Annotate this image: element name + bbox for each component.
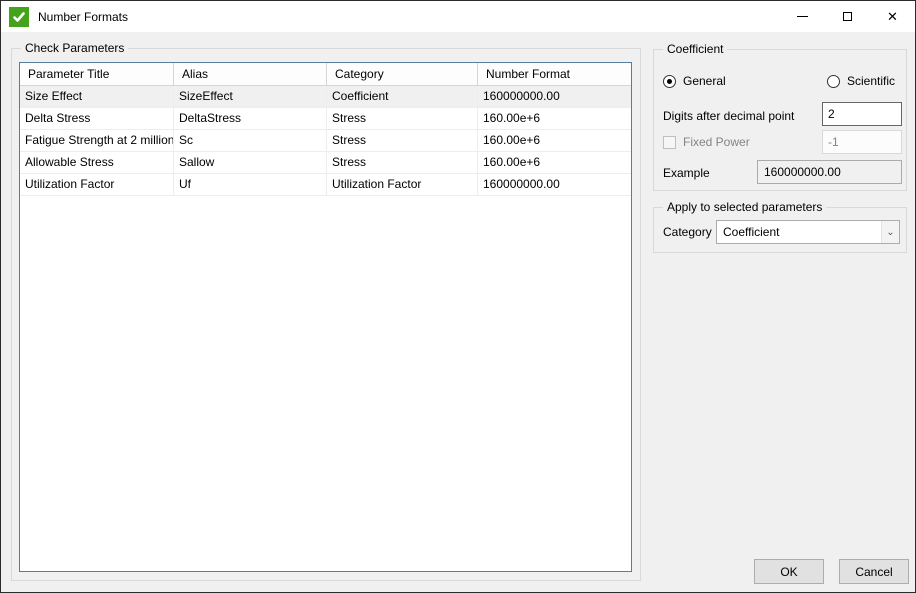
example-label: Example: [663, 166, 710, 180]
checkbox-unchecked-icon: [663, 136, 676, 149]
scientific-radio-label: Scientific: [847, 74, 895, 88]
maximize-button[interactable]: [825, 1, 870, 32]
example-value-field: 160000000.00: [757, 160, 902, 184]
digits-label: Digits after decimal point: [663, 109, 794, 123]
table-row[interactable]: Allowable Stress Sallow Stress 160.00e+6: [20, 152, 631, 174]
category-label: Category: [663, 225, 712, 239]
digits-input[interactable]: [822, 102, 902, 126]
title-bar[interactable]: Number Formats ✕: [1, 1, 915, 32]
cell-category: Utilization Factor: [327, 174, 478, 196]
radio-selected-icon: [663, 75, 676, 88]
column-header-category[interactable]: Category: [327, 63, 478, 86]
column-header-number-format[interactable]: Number Format: [478, 63, 631, 86]
cell-category: Stress: [327, 108, 478, 130]
window-title: Number Formats: [38, 10, 128, 24]
coefficient-group-label: Coefficient: [663, 42, 727, 56]
number-formats-dialog: Number Formats ✕ Check Parameters Parame…: [0, 0, 916, 593]
fixed-power-label: Fixed Power: [683, 135, 750, 149]
cell-alias: DeltaStress: [174, 108, 327, 130]
cancel-button[interactable]: Cancel: [839, 559, 909, 584]
category-combobox-value: Coefficient: [717, 225, 881, 239]
cell-parameter-title: Fatigue Strength at 2 million: [20, 130, 174, 152]
chevron-down-icon: ⌄: [881, 221, 899, 243]
column-header-alias[interactable]: Alias: [174, 63, 327, 86]
cell-number-format: 160.00e+6: [478, 130, 631, 152]
minimize-button[interactable]: [780, 1, 825, 32]
table-row[interactable]: Delta Stress DeltaStress Stress 160.00e+…: [20, 108, 631, 130]
cell-number-format: 160.00e+6: [478, 108, 631, 130]
app-check-icon: [9, 7, 29, 27]
cell-category: Stress: [327, 130, 478, 152]
cell-category: Coefficient: [327, 86, 478, 108]
table-row[interactable]: Utilization Factor Uf Utilization Factor…: [20, 174, 631, 196]
general-radio-label: General: [683, 74, 726, 88]
ok-button[interactable]: OK: [754, 559, 824, 584]
category-combobox[interactable]: Coefficient ⌄: [716, 220, 900, 244]
minimize-icon: [797, 16, 808, 17]
cell-alias: Sc: [174, 130, 327, 152]
cell-alias: Sallow: [174, 152, 327, 174]
radio-unselected-icon: [827, 75, 840, 88]
cell-parameter-title: Utilization Factor: [20, 174, 174, 196]
table-header-row: Parameter Title Alias Category Number Fo…: [20, 63, 631, 86]
apply-group: Apply to selected parameters Category Co…: [653, 207, 907, 253]
cell-alias: Uf: [174, 174, 327, 196]
coefficient-group: Coefficient General Scientific Digits af…: [653, 49, 907, 191]
cell-number-format: 160000000.00: [478, 174, 631, 196]
close-icon: ✕: [887, 10, 898, 23]
general-radio[interactable]: General: [663, 74, 726, 88]
column-header-parameter-title[interactable]: Parameter Title: [20, 63, 174, 86]
scientific-radio[interactable]: Scientific: [827, 74, 895, 88]
cell-parameter-title: Allowable Stress: [20, 152, 174, 174]
cell-parameter-title: Delta Stress: [20, 108, 174, 130]
check-parameters-group-label: Check Parameters: [21, 41, 128, 55]
apply-group-label: Apply to selected parameters: [663, 200, 826, 214]
cell-parameter-title: Size Effect: [20, 86, 174, 108]
parameters-table[interactable]: Parameter Title Alias Category Number Fo…: [19, 62, 632, 572]
cell-number-format: 160.00e+6: [478, 152, 631, 174]
caption-buttons: ✕: [780, 1, 915, 32]
table-row[interactable]: Fatigue Strength at 2 million Sc Stress …: [20, 130, 631, 152]
cell-alias: SizeEffect: [174, 86, 327, 108]
cell-category: Stress: [327, 152, 478, 174]
cell-number-format: 160000000.00: [478, 86, 631, 108]
close-button[interactable]: ✕: [870, 1, 915, 32]
fixed-power-checkbox[interactable]: Fixed Power: [663, 135, 750, 149]
table-row[interactable]: Size Effect SizeEffect Coefficient 16000…: [20, 86, 631, 108]
maximize-icon: [843, 12, 852, 21]
fixed-power-input: [822, 130, 902, 154]
